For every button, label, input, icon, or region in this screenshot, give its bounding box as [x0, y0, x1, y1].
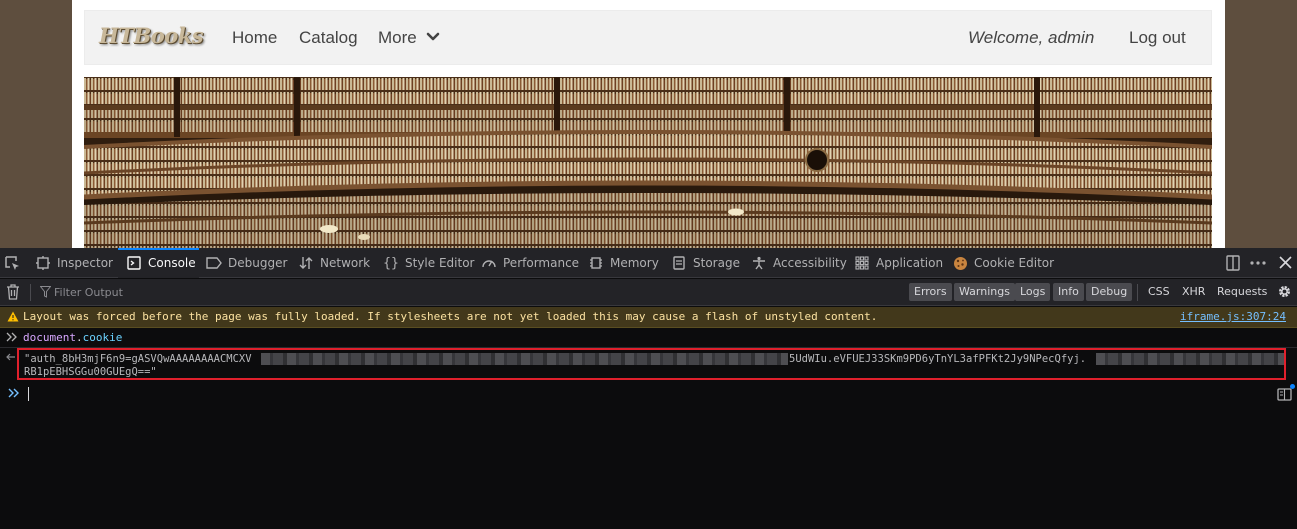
notification-dot: [1290, 384, 1295, 389]
redacted-region: [261, 353, 788, 365]
devtools-panel: Inspector Console Debugger Network {} Sty…: [0, 248, 1297, 529]
dock-options-icon[interactable]: [1225, 255, 1241, 271]
editor-mode-toggle-icon[interactable]: [1277, 387, 1293, 401]
console-warning-message: Layout was forced before the page was fu…: [0, 307, 1297, 328]
redacted-region: [1096, 353, 1284, 365]
tab-accessibility[interactable]: Accessibility: [751, 248, 847, 278]
toolbar-separator: [1137, 284, 1138, 301]
site-navbar: HTBooks Home Catalog More Welcome, admin…: [84, 10, 1212, 65]
console-result-entry: "auth_8bH3mjF6n9=gASVQwAAAAAAAACMCXV 5Ud…: [0, 348, 1297, 382]
cookie-value-line-2[interactable]: RB1pEBHSGGu00GUEgQ==": [24, 366, 157, 378]
element-picker-icon[interactable]: [4, 255, 20, 271]
nav-home-link[interactable]: Home: [232, 28, 277, 48]
tab-network[interactable]: Network: [298, 248, 370, 278]
text-caret: [28, 387, 29, 401]
filter-logs-button[interactable]: Logs: [1015, 283, 1051, 301]
cookie-value-line-1[interactable]: "auth_8bH3mjF6n9=gASVQwAAAAAAAACMCXV 5Ud…: [24, 353, 1284, 365]
tab-inspector[interactable]: Inspector: [35, 248, 113, 278]
tab-label: Cookie Editor: [974, 256, 1055, 270]
js-dot: .: [75, 331, 83, 344]
js-property: cookie: [82, 331, 123, 344]
debugger-icon: [206, 255, 222, 271]
close-icon[interactable]: [1279, 256, 1292, 269]
tab-label: Style Editor: [405, 256, 475, 270]
devtools-toolbar: Inspector Console Debugger Network {} Sty…: [0, 248, 1297, 278]
filter-warnings-button[interactable]: Warnings: [954, 283, 1015, 301]
inspector-icon: [35, 255, 51, 271]
tab-label: Storage: [693, 256, 740, 270]
tab-debugger[interactable]: Debugger: [206, 248, 287, 278]
tab-label: Debugger: [228, 256, 288, 270]
logout-link[interactable]: Log out: [1129, 28, 1186, 48]
storage-icon: [671, 255, 687, 271]
toolbar-separator: [30, 284, 31, 301]
tab-storage[interactable]: Storage: [671, 248, 740, 278]
tab-label: Inspector: [57, 256, 113, 270]
more-options-icon[interactable]: [1250, 261, 1266, 265]
console-filter-bar: Errors Warnings Logs Info Debug CSS XHR …: [0, 279, 1297, 306]
console-icon: [126, 255, 142, 271]
nav-more-dropdown[interactable]: More: [378, 28, 417, 48]
cookie-value-middle: 5UdWIu.eVFUEJ33SKm9PD6yTnYL3afPFKt2Jy9NP…: [789, 353, 1087, 365]
filter-css-button[interactable]: CSS: [1148, 283, 1170, 301]
filter-output-input[interactable]: [54, 283, 354, 302]
cookie-value-highlight: "auth_8bH3mjF6n9=gASVQwAAAAAAAACMCXV 5Ud…: [17, 348, 1286, 380]
cookie-icon: [952, 255, 968, 271]
filter-requests-button[interactable]: Requests: [1217, 283, 1267, 301]
library-photo: [84, 77, 1212, 248]
tab-label: Console: [148, 256, 196, 270]
filter-xhr-button[interactable]: XHR: [1182, 283, 1205, 301]
result-arrow-icon: [6, 353, 15, 361]
accessibility-icon: [751, 255, 767, 271]
gear-icon[interactable]: [1276, 283, 1293, 300]
network-icon: [298, 255, 314, 271]
warning-icon: [7, 311, 19, 322]
tab-label: Accessibility: [773, 256, 847, 270]
console-prompt[interactable]: [0, 384, 1297, 404]
cookie-value-start: "auth_8bH3mjF6n9=gASVQwAAAAAAAACMCXV: [24, 353, 252, 365]
application-icon: [854, 255, 870, 271]
style-editor-icon: {}: [383, 255, 399, 271]
tab-cookie-editor[interactable]: Cookie Editor: [952, 248, 1054, 278]
warning-source-link[interactable]: iframe.js:307:24: [1180, 310, 1286, 323]
memory-icon: [588, 255, 604, 271]
tab-style-editor[interactable]: {} Style Editor: [383, 248, 474, 278]
welcome-message: Welcome, admin: [968, 28, 1095, 47]
prompt-chevron-icon: [8, 388, 19, 398]
js-object: document: [23, 331, 76, 344]
page-container: HTBooks Home Catalog More Welcome, admin…: [72, 0, 1225, 248]
tab-memory[interactable]: Memory: [588, 248, 659, 278]
web-page: HTBooks Home Catalog More Welcome, admin…: [0, 0, 1297, 248]
tab-label: Application: [876, 256, 944, 270]
tab-application[interactable]: Application: [854, 248, 943, 278]
chevron-down-icon[interactable]: [426, 32, 440, 42]
nav-catalog-link[interactable]: Catalog: [299, 28, 358, 48]
console-command: document.cookie: [23, 331, 122, 344]
filter-icon: [40, 286, 51, 298]
filter-errors-button[interactable]: Errors: [909, 283, 952, 301]
site-logo[interactable]: HTBooks: [99, 23, 204, 48]
performance-icon: [481, 255, 497, 271]
filter-info-button[interactable]: Info: [1053, 283, 1084, 301]
console-input-entry: document.cookie: [0, 329, 1297, 348]
trash-icon[interactable]: [6, 284, 20, 300]
tab-label: Performance: [503, 256, 580, 270]
tab-console[interactable]: Console: [118, 248, 199, 278]
tab-label: Network: [320, 256, 371, 270]
library-banner-image: [84, 77, 1212, 248]
filter-debug-button[interactable]: Debug: [1086, 283, 1133, 301]
warning-text: Layout was forced before the page was fu…: [23, 310, 878, 323]
tab-label: Memory: [610, 256, 659, 270]
input-chevron-icon: [6, 332, 17, 342]
tab-performance[interactable]: Performance: [481, 248, 579, 278]
